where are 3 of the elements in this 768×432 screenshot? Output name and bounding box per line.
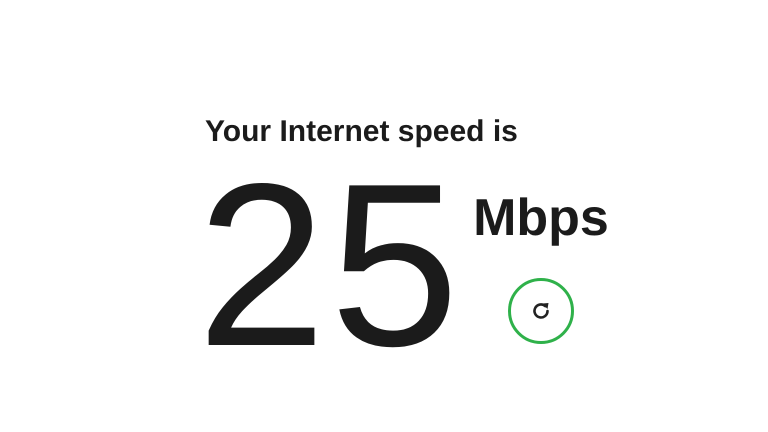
speed-unit: Mbps bbox=[473, 188, 609, 249]
heading: Your Internet speed is bbox=[205, 114, 519, 150]
speed-value: 25 bbox=[197, 156, 464, 376]
